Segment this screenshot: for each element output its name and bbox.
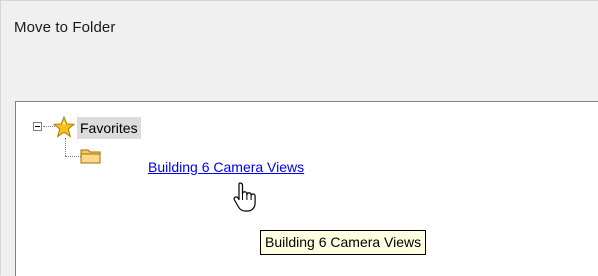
tree-node-building-6-camera-views[interactable]: Building 6 Camera Views xyxy=(148,159,304,175)
dialog-title: Move to Folder xyxy=(14,19,116,36)
move-to-folder-dialog: Move to Folder Favorites Building 6 Came… xyxy=(0,0,598,276)
hand-cursor-icon xyxy=(233,182,256,212)
tree-connector xyxy=(65,156,81,157)
folder-tooltip: Building 6 Camera Views xyxy=(260,230,427,255)
star-icon xyxy=(53,116,75,138)
tree-node-favorites[interactable]: Favorites xyxy=(77,117,141,139)
tree-connector xyxy=(65,138,66,156)
collapse-toggle-icon[interactable] xyxy=(33,122,42,131)
folder-icon xyxy=(80,149,101,164)
